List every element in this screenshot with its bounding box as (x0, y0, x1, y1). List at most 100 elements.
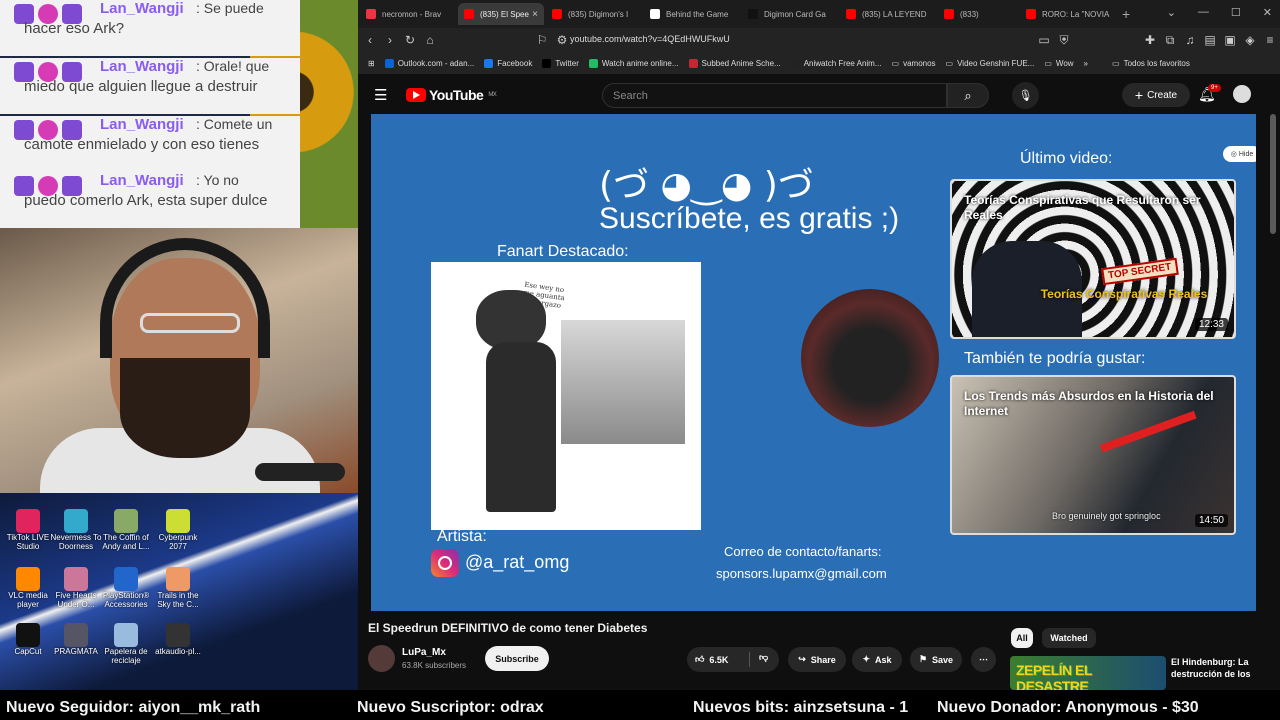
bookmark-item[interactable]: Aniwatch Free Anim... (790, 58, 882, 68)
more-bookmarks-icon[interactable]: » (1084, 59, 1088, 68)
endscreen-video-card[interactable]: Los Trends más Absurdos en la Historia d… (950, 375, 1236, 535)
thumbs-down-icon[interactable]: 👎︎ (759, 652, 768, 663)
bookmark-item[interactable]: Facebook (484, 58, 532, 68)
notification-count-badge: 9+ (1208, 84, 1221, 92)
filter-chip-all[interactable]: All (1011, 628, 1033, 648)
desktop-icon[interactable]: Five Hearts Under O... (48, 567, 104, 609)
card-title: Los Trends más Absurdos en la Historia d… (964, 389, 1214, 418)
browser-tab[interactable]: Digimon Card Ga (742, 3, 838, 25)
tab-label: RORO: La "NOVIA (1042, 9, 1110, 19)
app-icon (64, 567, 88, 591)
like-count: 6.5K (709, 654, 729, 665)
desktop-icon[interactable]: atkaudio-pl... (150, 623, 206, 656)
reload-icon[interactable]: ↻ (400, 33, 420, 47)
ask-button[interactable]: ✦ Ask (852, 647, 902, 672)
search-button[interactable]: ⌕ (947, 83, 989, 108)
maximize-icon[interactable]: ☐ (1231, 6, 1241, 19)
chat-text-line2: puedo comerlo Ark, esta super dulce (24, 192, 268, 209)
close-tab-icon[interactable]: × (532, 9, 538, 20)
desktop-icon[interactable]: PRAGMATA (48, 623, 104, 656)
channel-avatar[interactable] (368, 645, 395, 672)
new-tab-icon[interactable]: + (1122, 6, 1130, 22)
browser-tab[interactable]: Behind the Game (644, 3, 740, 25)
cast-icon[interactable]: ▭ (1034, 33, 1054, 47)
search-input[interactable]: Search (602, 83, 947, 108)
desktop-icon[interactable]: Trails in the Sky the C... (150, 567, 206, 609)
tab-label: necromon - Brav (382, 9, 442, 19)
site-info-icon[interactable]: ⚙ (552, 33, 572, 47)
browser-tab[interactable]: (835) LA LEYEND (840, 3, 936, 25)
bookmark-label: Twitter (555, 58, 579, 68)
browser-tab[interactable]: (835) Digimon's I (546, 3, 642, 25)
video-player[interactable]: (づ ◕‿◕ )づ Suscríbete, es gratis ;) Fanar… (371, 114, 1256, 611)
back-icon[interactable]: ‹ (360, 33, 380, 47)
filter-chip-watched[interactable]: Watched (1042, 628, 1096, 648)
wallet-icon[interactable]: ▣ (1220, 33, 1240, 47)
desktop-icon[interactable]: Cyberpunk 2077 (150, 509, 206, 551)
bookmark-favicon-icon (688, 58, 698, 68)
desktop-icon[interactable]: Papelera de reciclaje (98, 623, 154, 665)
account-avatar[interactable] (1233, 85, 1251, 103)
recommended-title[interactable]: El Hindenburg: La destrucción de los (1171, 656, 1271, 680)
hide-endscreen-button[interactable]: ◎ Hide (1223, 146, 1256, 162)
browser-tab[interactable]: necromon - Brav (360, 3, 456, 25)
bookmark-item[interactable]: Subbed Anime Sche... (688, 58, 781, 68)
page-scrollbar[interactable] (1270, 114, 1276, 234)
youtube-masthead: ☰ YouTube MX Search ⌕ 🎙︎ + Create 🔔︎ 9+ (358, 76, 1280, 114)
browser-tab[interactable]: RORO: La "NOVIA (1020, 3, 1116, 25)
home-icon[interactable]: ⌂ (420, 33, 440, 47)
bookmark-label: Aniwatch Free Anim... (803, 58, 882, 68)
browser-tab[interactable]: (833) (938, 3, 1018, 25)
bookmark-item[interactable]: Watch anime online... (588, 58, 679, 68)
fanart-image: Ese wey no me aguanta un vergazo (431, 262, 701, 530)
desktop-icon[interactable]: Nevermess To Doorness (48, 509, 104, 551)
brave-shield-icon[interactable]: ⛨ (1054, 33, 1074, 48)
desktop-wallpaper: TikTok LIVE Studio Nevermess To Doorness… (0, 493, 358, 690)
chevron-down-icon[interactable]: ⌄ (1167, 6, 1176, 19)
more-actions-button[interactable]: ⋯ (971, 647, 996, 672)
browser-window: necromon - Brav (835) El Spee × (835) Dig… (358, 0, 1280, 690)
chat-username: Lan_Wangji (100, 172, 184, 189)
share-icon: ↪ (798, 654, 806, 664)
subscribe-button[interactable]: Subscribe (485, 646, 549, 671)
tiktok-icon (16, 509, 40, 533)
youtube-logo[interactable]: YouTube MX (406, 87, 497, 103)
divider (749, 652, 750, 667)
hamburger-menu-icon[interactable]: ☰ (374, 86, 387, 104)
save-button[interactable]: ⚑ Save (910, 647, 962, 672)
vpn-icon[interactable]: ◈ (1240, 33, 1260, 47)
tab-label: Digimon Card Ga (764, 9, 826, 19)
new-subscriber-alert: Nuevo Suscriptor: odrax (357, 699, 544, 716)
menu-icon[interactable]: ≡ (1260, 33, 1280, 47)
like-button[interactable]: 👍︎ 6.5K 👎︎ (687, 647, 779, 672)
minimize-icon[interactable]: — (1198, 6, 1209, 19)
endscreen-video-card[interactable]: TOP SECRET Teorías Conspirativas Reales … (950, 179, 1236, 339)
bookmark-icon[interactable]: ⚐ (532, 33, 552, 47)
chat-username: Lan_Wangji (100, 0, 184, 17)
media-icon[interactable]: ♫ (1180, 33, 1200, 47)
bookmark-folder[interactable]: ▭ Wow (1044, 59, 1073, 68)
bookmark-folder[interactable]: ▭ vamonos (892, 59, 936, 68)
chat-text: : Orale! que (196, 58, 270, 74)
desktop-icon[interactable]: The Coffin of Andy and L... (98, 509, 154, 551)
url-field[interactable]: youtube.com/watch?v=4QEdHWUFkwU (570, 34, 730, 44)
forward-icon[interactable]: › (380, 33, 400, 47)
voice-search-button[interactable]: 🎙︎ (1012, 82, 1039, 109)
puzzle-icon[interactable]: ⧉ (1160, 33, 1180, 48)
bookmark-folder[interactable]: ▭ Todos los favoritos (1112, 59, 1190, 68)
share-button[interactable]: ↪ Share (788, 647, 846, 672)
browser-tab-active[interactable]: (835) El Spee × (458, 3, 544, 25)
tab-label: (835) LA LEYEND (862, 9, 927, 19)
bookmark-item[interactable]: Outlook.com - adan... (384, 58, 474, 68)
desktop-icon-label: PlayStation® Accessories (102, 591, 150, 609)
sidebar-icon[interactable]: ▤ (1200, 33, 1220, 47)
bookmark-item[interactable]: Twitter (542, 58, 579, 68)
extensions-icon[interactable]: ✚ (1140, 33, 1160, 47)
recommended-thumbnail[interactable]: ZEPELÍN EL DESASTRE (1010, 656, 1166, 690)
create-button[interactable]: + Create (1122, 83, 1190, 107)
close-window-icon[interactable]: ✕ (1263, 6, 1272, 19)
apps-icon[interactable]: ⊞ (368, 59, 375, 68)
channel-name[interactable]: LuPa_Mx (402, 647, 446, 658)
desktop-icon[interactable]: PlayStation® Accessories (98, 567, 154, 609)
bookmark-folder[interactable]: ▭ Video Genshin FUE... (946, 59, 1035, 68)
